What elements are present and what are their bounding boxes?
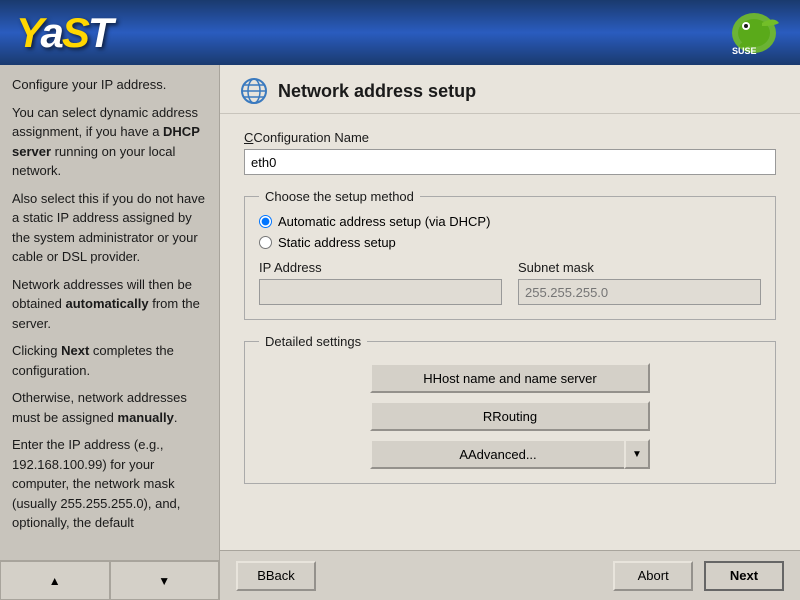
sidebar-text-2: You can select dynamic address assignmen… [12,103,207,181]
dhcp-radio[interactable] [259,215,272,228]
sidebar-text-5: Clicking Next completes the configuratio… [12,341,207,380]
logo-t: T [88,9,112,56]
config-name-input[interactable] [244,149,776,175]
sidebar-nav-buttons: ▲ ▼ [0,560,219,600]
network-icon [240,77,268,105]
sidebar-text-6: Otherwise, network addresses must be ass… [12,388,207,427]
host-name-button[interactable]: HHost name and name server [370,363,650,393]
config-name-group: CConfiguration Name [244,130,776,175]
logo-y: Y [16,9,40,56]
main-area: Configure your IP address. You can selec… [0,65,800,600]
sidebar-scroll-down-button[interactable]: ▼ [110,561,220,600]
sidebar-text-4: Network addresses will then be obtained … [12,275,207,334]
subnet-mask-input[interactable] [518,279,761,305]
subnet-mask-label: Subnet mask [518,260,761,275]
sidebar: Configure your IP address. You can selec… [0,65,220,600]
sidebar-scroll-up-button[interactable]: ▲ [0,561,110,600]
ip-address-label: IP Address [259,260,502,275]
config-name-label: CConfiguration Name [244,130,776,145]
static-option[interactable]: Static address setup [259,235,761,250]
advanced-dropdown-button[interactable]: ▼ [624,439,650,469]
detailed-buttons: HHost name and name server RRouting AAdv… [259,363,761,469]
panel-title: Network address setup [278,81,476,102]
form-area: CConfiguration Name Choose the setup met… [220,114,800,550]
panel-header: Network address setup [220,65,800,114]
host-name-label: Host name and name server [433,371,597,386]
back-button[interactable]: BBack [236,561,316,591]
sidebar-text-7: Enter the IP address (e.g., 192.168.100.… [12,435,207,533]
bottom-bar: BBack Abort Next [220,550,800,600]
static-radio[interactable] [259,236,272,249]
sidebar-text-1: Configure your IP address. [12,75,207,95]
advanced-button[interactable]: AAdvanced... [370,439,624,469]
svg-text:SUSE: SUSE [732,46,757,56]
setup-method-legend: Choose the setup method [259,189,420,204]
dhcp-option[interactable]: Automatic address setup (via DHCP) [259,214,761,229]
static-label: Static address setup [278,235,396,250]
advanced-row: AAdvanced... ▼ [370,439,650,469]
logo-a: a [40,9,61,56]
dhcp-label: Automatic address setup (via DHCP) [278,214,490,229]
detailed-settings-legend: Detailed settings [259,334,367,349]
ip-address-input[interactable] [259,279,502,305]
sidebar-text-3: Also select this if you do not have a st… [12,189,207,267]
next-button[interactable]: Next [704,561,784,591]
subnet-mask-col: Subnet mask [518,260,761,305]
content-panel: Network address setup CConfiguration Nam… [220,65,800,600]
sidebar-content: Configure your IP address. You can selec… [0,65,219,560]
abort-button[interactable]: Abort [613,561,693,591]
advanced-label: Advanced... [468,447,537,462]
dropdown-arrow-icon: ▼ [632,449,642,460]
routing-button[interactable]: RRouting [370,401,650,431]
suse-logo: SUSE [724,8,784,58]
ip-row: IP Address Subnet mask [259,260,761,305]
logo-s: S [62,9,88,56]
detailed-settings-fieldset: Detailed settings HHost name and name se… [244,334,776,484]
ip-address-col: IP Address [259,260,502,305]
routing-label: Routing [492,409,537,424]
header: YaST SUSE [0,0,800,65]
yast-logo: YaST [16,9,112,57]
radio-group: Automatic address setup (via DHCP) Stati… [259,214,761,250]
setup-method-fieldset: Choose the setup method Automatic addres… [244,189,776,320]
